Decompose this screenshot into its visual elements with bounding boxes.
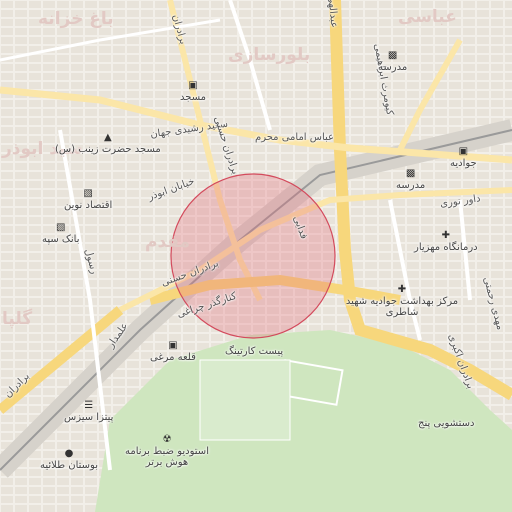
school-icon: ▩ [405, 168, 416, 179]
bank-icon: ▧ [83, 188, 93, 199]
poi-pizza-sizez[interactable]: ☰ پیتزا سیزس [64, 400, 113, 423]
poi-label: اقتصاد نوین [64, 200, 113, 211]
map-base [0, 0, 512, 512]
poi-label: پیتزا سیزس [64, 412, 114, 423]
poi-bank-sepah[interactable]: ▧ بانک سپه [42, 222, 80, 245]
poi-label: بوستان طلائیه [40, 460, 99, 471]
poi-label: بانک سپه [42, 234, 80, 245]
area-bolursazi: بلورسازی [228, 45, 311, 65]
poi-ghaleh-morghi[interactable]: ▣ قلعه مرغی [150, 340, 196, 363]
road-abbas-emami: عباس امامی محرم [255, 132, 334, 143]
poi-label: مدرسه [396, 180, 426, 191]
poi-label: درمانگاه مهزیار [414, 242, 478, 253]
train-icon: ▣ [458, 146, 469, 157]
poi-label: مسجد حضرت زینب (س) [55, 144, 161, 155]
poi-javadieh-station[interactable]: ▣ جوادیه [450, 146, 477, 169]
poi-madreseh-2[interactable]: ▩ مدرسه [396, 168, 425, 191]
clinic-icon: ✚ [397, 284, 407, 295]
poi-label: مسجد [180, 92, 206, 103]
poi-label: جوادیه [450, 158, 477, 169]
school-icon: ▩ [387, 50, 398, 61]
poi-eghtesad-novin[interactable]: ▧ اقتصاد نوین [64, 188, 112, 211]
map-view[interactable]: باغ خزانه عباسی بلورسازی سید ابوذر مقدم … [0, 0, 512, 512]
area-moghadam: مقدم [145, 232, 191, 252]
area-abbasi: عباسی [398, 7, 457, 27]
area-golpa: گلپا [2, 309, 33, 329]
park-icon: ● [64, 448, 74, 459]
mosque-icon: ▲ [104, 132, 112, 143]
bus-icon: ▣ [168, 340, 178, 351]
poi-studio-zabt[interactable]: ☢ استودیو ضبط برنامه هوش برتر [122, 434, 212, 468]
poi-label: قلعه مرغی [150, 352, 196, 363]
poi-darmangah-mahziar[interactable]: ✚ درمانگاه مهزیار [414, 230, 478, 253]
poi-label: مرکز بهداشت جوادیه شهید شاطری [345, 296, 459, 318]
restaurant-icon: ☰ [84, 400, 94, 411]
poi-mosque-1[interactable]: ▣ مسجد [180, 80, 206, 103]
poi-bustan-talaieh[interactable]: ● بوستان طلائیه [40, 448, 98, 471]
area-bagh-khazaneh: باغ خزانه [38, 9, 114, 29]
road-abdollahi: عبدالهی [325, 0, 340, 29]
poi-label: استودیو ضبط برنامه هوش برتر [125, 446, 209, 468]
poi-label: مدرسه [378, 62, 408, 73]
bus-icon: ▣ [188, 80, 198, 91]
bank-icon: ▧ [56, 222, 66, 233]
poi-markaz-behdasht[interactable]: ✚ مرکز بهداشت جوادیه شهید شاطری [342, 284, 462, 318]
poi-dashtshooyi-panj: دستشویی پنج [418, 418, 475, 429]
poi-masjed-hazrat-zeinab[interactable]: ▲ مسجد حضرت زینب (س) [55, 132, 161, 155]
poi-madreseh-1[interactable]: ▩ مدرسه [378, 50, 407, 73]
clinic-icon: ✚ [441, 230, 450, 241]
studio-icon: ☢ [162, 434, 172, 445]
poi-pist-karting: پیست کارتینگ [225, 346, 284, 357]
